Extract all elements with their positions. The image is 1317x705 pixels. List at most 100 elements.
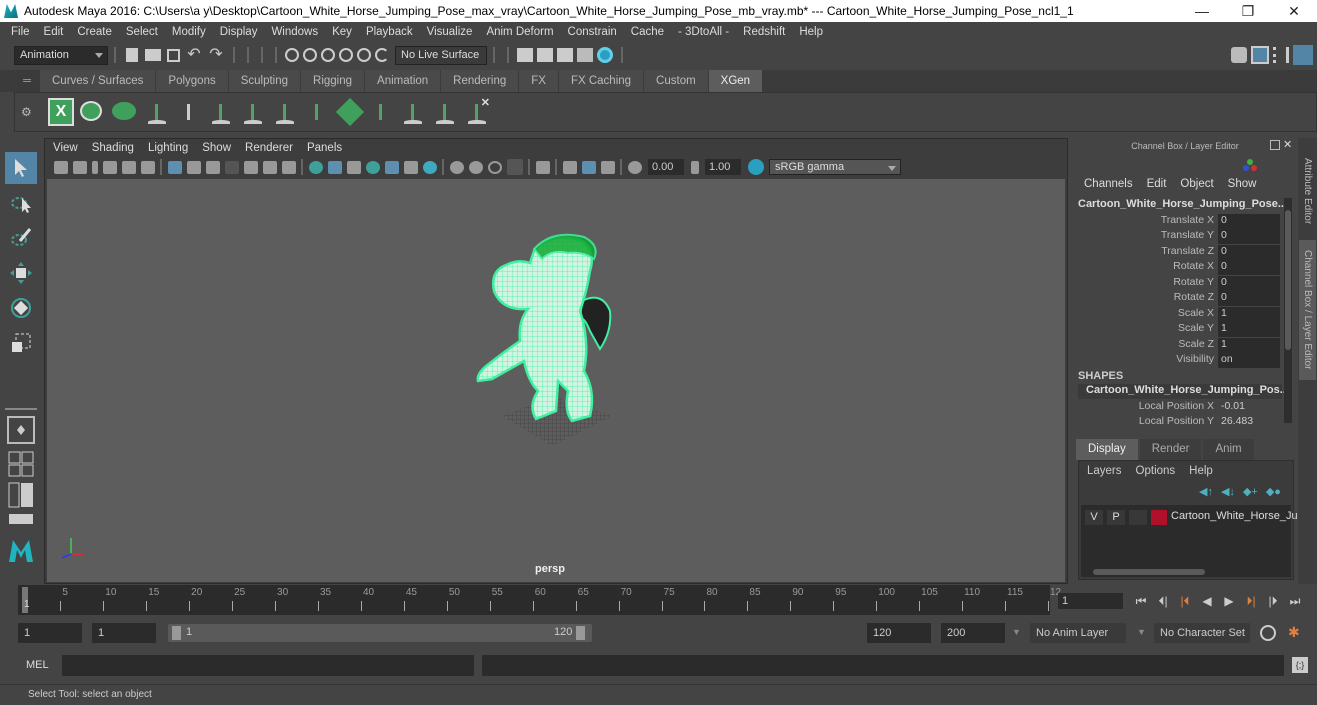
anim-layer-dropdown[interactable]: No Anim Layer <box>1030 623 1126 643</box>
add-guide-icon[interactable] <box>208 98 234 126</box>
screen-space-ao-icon[interactable] <box>449 160 464 174</box>
channel-value[interactable]: 0 <box>1218 276 1280 291</box>
menu-playback[interactable]: Playback <box>359 26 420 38</box>
wireframe-icon[interactable] <box>308 160 323 174</box>
layer-tab-render[interactable]: Render <box>1139 439 1202 460</box>
range-end-handle[interactable] <box>576 626 585 640</box>
ipr-render-icon[interactable] <box>557 48 573 62</box>
xray-joints-icon[interactable] <box>600 160 615 174</box>
channel-local-position-x[interactable]: Local Position X -0.01 <box>1072 400 1280 415</box>
view-transform-dropdown[interactable]: sRGB gamma <box>769 159 901 175</box>
playback-end-field[interactable]: 120 <box>867 623 931 643</box>
render-current-frame-icon[interactable] <box>537 48 553 62</box>
layer-menu-help[interactable]: Help <box>1189 465 1213 477</box>
textured-icon[interactable] <box>384 160 399 174</box>
new-scene-icon[interactable] <box>126 48 138 62</box>
step-forward-key-button[interactable]: ⏵| <box>1240 591 1262 611</box>
move-layer-up-icon[interactable]: ◀↑ <box>1199 485 1213 498</box>
new-layer-selected-icon[interactable]: ◆● <box>1266 485 1281 498</box>
maya-home-icon[interactable] <box>5 535 37 567</box>
snap-point-icon[interactable] <box>321 48 335 62</box>
menu-file[interactable]: File <box>4 26 37 38</box>
resolution-gate-icon[interactable] <box>205 160 220 174</box>
select-guide-icon[interactable] <box>240 98 266 126</box>
close-button[interactable]: ✕ <box>1271 3 1317 20</box>
sculpt-guides-icon[interactable] <box>368 98 394 126</box>
redo-icon[interactable]: ↷ <box>207 46 225 64</box>
shelf-tab-rigging[interactable]: Rigging <box>301 70 366 92</box>
current-frame-field[interactable]: 1 <box>1058 593 1123 609</box>
play-forwards-button[interactable]: ▶ <box>1218 591 1240 611</box>
create-interactive-groom-icon[interactable] <box>144 98 170 126</box>
channel-box-scrollbar[interactable] <box>1284 198 1292 423</box>
cb-menu-edit[interactable]: Edit <box>1147 178 1167 190</box>
channel-translate-x[interactable]: Translate X 0 <box>1072 214 1280 229</box>
go-to-start-button[interactable]: ⏮ <box>1130 591 1152 611</box>
snap-view-plane-icon[interactable] <box>339 48 353 62</box>
rebuild-guides-icon[interactable] <box>400 98 426 126</box>
layer-color-swatch[interactable] <box>1151 510 1167 525</box>
menu-edit[interactable]: Edit <box>37 26 71 38</box>
animation-preferences-icon[interactable]: ✱ <box>1288 624 1300 641</box>
channel-box-toggle-icon[interactable] <box>1293 45 1313 65</box>
modeling-toolkit-icon[interactable] <box>1231 47 1247 63</box>
rotate-tool-icon[interactable] <box>5 292 37 324</box>
make-live-icon[interactable] <box>375 48 389 62</box>
viewport-menu-shading[interactable]: Shading <box>92 142 134 154</box>
character-set-dropdown-arrow-icon[interactable]: ▼ <box>1137 627 1146 637</box>
smooth-shade-icon[interactable] <box>327 160 342 174</box>
layer-tab-anim[interactable]: Anim <box>1203 439 1254 460</box>
undo-icon[interactable]: ↶ <box>185 46 203 64</box>
menu-select[interactable]: Select <box>119 26 165 38</box>
camera-select-icon[interactable] <box>53 160 68 174</box>
channel-value[interactable]: 0 <box>1218 260 1280 275</box>
xgen-editor-icon[interactable]: X <box>48 98 74 126</box>
animation-start-field[interactable]: 1 <box>18 623 82 643</box>
auto-key-icon[interactable] <box>1260 625 1276 641</box>
menu-visualize[interactable]: Visualize <box>420 26 480 38</box>
density-map-icon[interactable] <box>335 97 365 127</box>
use-all-lights-icon[interactable] <box>403 160 418 174</box>
attribute-editor-toggle-icon[interactable] <box>1251 46 1269 64</box>
step-back-key-button[interactable]: |⏴ <box>1174 591 1196 611</box>
persp-outliner-layout-icon[interactable] <box>5 481 37 509</box>
script-editor-icon[interactable]: {;} <box>1292 657 1308 673</box>
cb-menu-channels[interactable]: Channels <box>1084 178 1133 190</box>
layer-playback-toggle[interactable]: P <box>1107 510 1125 525</box>
anti-aliasing-icon[interactable] <box>487 160 502 174</box>
render-settings-icon[interactable] <box>577 48 593 62</box>
range-start-handle[interactable] <box>172 626 181 640</box>
channel-value[interactable]: 0 <box>1218 229 1280 244</box>
play-backwards-button[interactable]: ◀ <box>1196 591 1218 611</box>
channel-rotate-y[interactable]: Rotate Y 0 <box>1072 276 1280 291</box>
select-tool-icon[interactable] <box>5 152 37 184</box>
go-to-end-button[interactable]: ⏭ <box>1284 591 1306 611</box>
channel-rotate-z[interactable]: Rotate Z 0 <box>1072 291 1280 306</box>
xgen-clear-preview-icon[interactable] <box>112 98 138 126</box>
hypershade-icon[interactable] <box>597 47 613 63</box>
menu-display[interactable]: Display <box>213 26 265 38</box>
menu-anim-deform[interactable]: Anim Deform <box>479 26 560 38</box>
time-slider[interactable]: 1 5 10 15 20 25 30 35 40 45 50 55 60 65 70 75 80 85 90 95 1… <box>18 585 1061 615</box>
menu-set-dropdown[interactable]: Animation <box>14 45 108 65</box>
delete-guides-icon[interactable]: ✕ <box>464 97 490 126</box>
channel-local-position-y[interactable]: Local Position Y 26.483 <box>1072 415 1280 430</box>
safe-action-icon[interactable] <box>262 160 277 174</box>
exposure-icon[interactable] <box>627 160 642 174</box>
shadows-icon[interactable] <box>422 160 437 174</box>
channel-value[interactable]: 26.483 <box>1218 415 1280 430</box>
viewport-menu-show[interactable]: Show <box>202 142 231 154</box>
snap-grid-icon[interactable] <box>285 48 299 62</box>
channel-scale-z[interactable]: Scale Z 1 <box>1072 338 1280 353</box>
layer-menu-layers[interactable]: Layers <box>1087 465 1122 477</box>
menu-windows[interactable]: Windows <box>264 26 325 38</box>
2d-pan-zoom-icon[interactable] <box>121 160 136 174</box>
shelf-tab-animation[interactable]: Animation <box>365 70 442 92</box>
camera-attributes-icon[interactable] <box>72 160 87 174</box>
bookmark-icon[interactable] <box>91 160 98 174</box>
close-panel-icon[interactable]: ✕ <box>1283 138 1292 151</box>
menu-redshift[interactable]: Redshift <box>736 26 792 38</box>
paint-select-tool-icon[interactable] <box>5 222 37 254</box>
shape-name[interactable]: Cartoon_White_Horse_Jumping_Pos... <box>1078 384 1289 399</box>
menu-help[interactable]: Help <box>792 26 830 38</box>
